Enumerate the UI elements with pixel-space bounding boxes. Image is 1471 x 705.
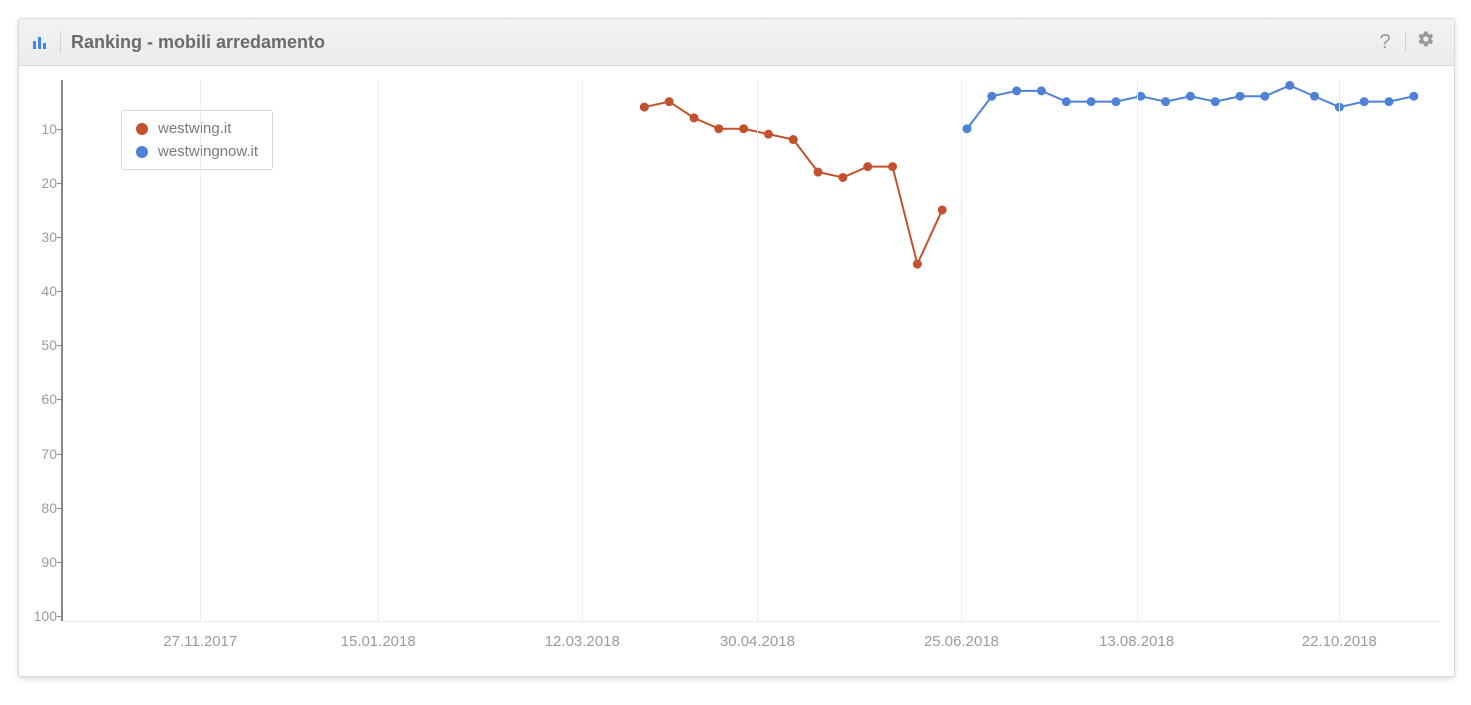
data-point[interactable] (1161, 97, 1170, 106)
plot-area: westwing.it westwingnow.it 1020304050607… (61, 80, 1440, 616)
x-tick-label: 25.06.2018 (924, 633, 999, 650)
data-point[interactable] (1012, 86, 1021, 95)
data-point[interactable] (714, 124, 723, 133)
data-point[interactable] (1037, 86, 1046, 95)
data-point[interactable] (1186, 92, 1195, 101)
data-point[interactable] (1360, 97, 1369, 106)
data-point[interactable] (888, 162, 897, 171)
data-point[interactable] (1062, 97, 1071, 106)
data-point[interactable] (789, 135, 798, 144)
legend: westwing.it westwingnow.it (121, 110, 273, 170)
y-tick-label: 60 (23, 391, 57, 407)
panel-header: Ranking - mobili arredamento ? (19, 19, 1454, 66)
legend-swatch-icon (136, 146, 148, 158)
series-line (644, 102, 942, 264)
y-tick-mark (57, 291, 61, 292)
x-gridline (961, 80, 962, 622)
y-tick-label: 80 (23, 500, 57, 516)
data-point[interactable] (913, 260, 922, 269)
y-tick-label: 70 (23, 446, 57, 462)
y-tick-label: 40 (23, 283, 57, 299)
y-tick-mark (57, 237, 61, 238)
data-point[interactable] (863, 162, 872, 171)
y-tick-label: 10 (23, 121, 57, 137)
ranking-panel: Ranking - mobili arredamento ? westwing.… (18, 18, 1455, 677)
data-point[interactable] (1285, 81, 1294, 90)
chart-body: westwing.it westwingnow.it 10 20 30 40 50 60 7… (19, 66, 1454, 676)
data-point[interactable] (665, 97, 674, 106)
x-tick-label: 15.01.2018 (341, 633, 416, 650)
x-gridline (757, 80, 758, 622)
data-point[interactable] (987, 92, 996, 101)
data-point[interactable] (814, 168, 823, 177)
chart-icon (33, 35, 46, 49)
data-point[interactable] (1310, 92, 1319, 101)
x-tick-label: 27.11.2017 (163, 633, 237, 650)
panel-title: Ranking - mobili arredamento (71, 32, 325, 53)
data-point[interactable] (764, 130, 773, 139)
data-point[interactable] (838, 173, 847, 182)
x-gridline (1339, 80, 1340, 622)
y-tick-mark (57, 454, 61, 455)
y-tick-label: 30 (23, 229, 57, 245)
y-tick-mark (57, 616, 61, 617)
data-point[interactable] (1384, 97, 1393, 106)
header-divider-right (1405, 32, 1406, 52)
x-gridline (200, 80, 201, 622)
data-point[interactable] (1409, 92, 1418, 101)
y-tick-mark (57, 183, 61, 184)
y-tick-label: 20 (23, 175, 57, 191)
legend-item: westwingnow.it (136, 140, 258, 163)
y-tick-mark (57, 562, 61, 563)
x-gridline (582, 80, 583, 622)
y-tick-mark (57, 345, 61, 346)
help-icon[interactable]: ? (1371, 31, 1399, 54)
data-point[interactable] (1111, 97, 1120, 106)
x-tick-label: 22.10.2018 (1302, 633, 1377, 650)
x-gridline (1137, 80, 1138, 622)
legend-label: westwing.it (158, 120, 231, 137)
legend-swatch-icon (136, 123, 148, 135)
data-point[interactable] (963, 124, 972, 133)
x-gridline (378, 80, 379, 622)
x-tick-label: 12.03.2018 (545, 633, 620, 650)
data-point[interactable] (640, 103, 649, 112)
data-point[interactable] (739, 124, 748, 133)
y-tick-mark (57, 508, 61, 509)
x-tick-label: 13.08.2018 (1099, 633, 1174, 650)
y-tick-label: 90 (23, 554, 57, 570)
settings-icon[interactable] (1412, 30, 1440, 54)
data-point[interactable] (1087, 97, 1096, 106)
y-tick-mark (57, 129, 61, 130)
legend-label: westwingnow.it (158, 143, 258, 160)
x-axis (61, 621, 1440, 622)
y-tick-mark (57, 399, 61, 400)
data-point[interactable] (938, 205, 947, 214)
y-tick-label: 50 (23, 337, 57, 353)
data-point[interactable] (1260, 92, 1269, 101)
y-tick-label: 100 (23, 608, 57, 624)
x-tick-label: 30.04.2018 (720, 633, 795, 650)
legend-item: westwing.it (136, 117, 258, 140)
data-point[interactable] (1236, 92, 1245, 101)
data-point[interactable] (689, 113, 698, 122)
data-point[interactable] (1211, 97, 1220, 106)
header-divider (60, 31, 61, 53)
